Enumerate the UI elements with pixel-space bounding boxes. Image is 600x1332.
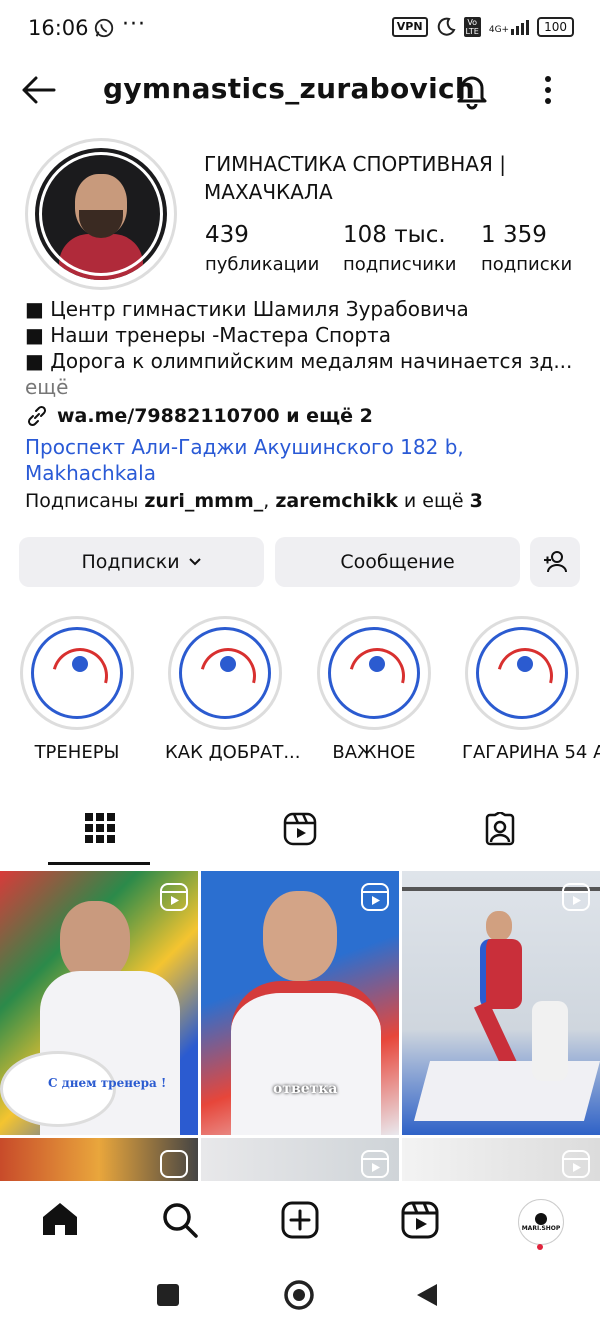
post-thumbnail[interactable]: ответка — [201, 871, 399, 1135]
signal-icon: 4G+ — [488, 19, 530, 35]
followed-user: zaremchikk — [275, 490, 398, 512]
tagged-icon[interactable] — [483, 812, 517, 846]
highlight-label: КАК ДОБРАТ... — [165, 742, 301, 763]
volte-top: Vo — [467, 18, 478, 27]
highlight-label: ВАЖНОЕ — [332, 742, 416, 763]
subscriptions-button-label: Подписки — [81, 551, 180, 573]
post-thumbnail[interactable] — [402, 871, 600, 1135]
volte-bottom: LTE — [465, 27, 479, 36]
battery-icon: 100 — [537, 17, 574, 37]
link-icon — [27, 405, 47, 427]
reels-icon[interactable] — [401, 1201, 439, 1239]
whatsapp-icon — [94, 18, 114, 38]
subscriptions-button[interactable]: Подписки — [19, 537, 264, 587]
post-thumbnail[interactable]: С днем тренера ! — [0, 871, 198, 1135]
reel-icon — [160, 1150, 188, 1178]
network-type: 4G+ — [488, 24, 510, 35]
bottom-navigation: MARI.SHOP — [0, 1181, 600, 1259]
following-count[interactable]: 1 359 — [481, 222, 547, 248]
status-more-icon: ··· — [122, 12, 146, 37]
search-icon[interactable] — [161, 1201, 199, 1239]
profile-username: gymnastics_zurabovich — [103, 72, 476, 105]
status-bar: 16:06 ··· VPN Vo LTE 4G+ 100 — [0, 0, 600, 60]
highlight-cover — [168, 616, 282, 730]
message-button-label: Сообщение — [340, 551, 455, 573]
highlight-directions[interactable]: КАК ДОБРАТ... — [165, 616, 301, 763]
followed-by[interactable]: Подписаны zuri_mmm_, zaremchikk и ещё 3 — [25, 490, 483, 512]
profile-nav-label: MARI.SHOP — [521, 1224, 561, 1232]
do-not-disturb-icon — [437, 17, 456, 36]
grid-icon[interactable] — [84, 812, 116, 844]
highlight-label: ТРЕНЕРЫ — [34, 742, 120, 763]
followed-count: 3 — [469, 490, 483, 512]
profile-tabs — [0, 802, 600, 866]
gymnastics-logo-icon — [31, 627, 123, 719]
notification-bell-icon[interactable] — [452, 70, 492, 110]
avatar-image — [35, 148, 167, 280]
back-triangle-icon[interactable] — [415, 1282, 439, 1308]
profile-display-name: ГИМНАСТИКА СПОРТИВНАЯ | МАХАЧКАЛА — [204, 152, 506, 204]
vpn-badge: VPN — [391, 17, 428, 37]
followed-prefix: Подписаны — [25, 490, 145, 512]
highlight-label: ГАГАРИНА 54 А — [462, 742, 600, 763]
post-thumbnail[interactable] — [0, 1138, 198, 1183]
highlight-trainers[interactable]: ТРЕНЕРЫ — [17, 616, 137, 763]
profile-bio: ■ Центр гимнастики Шамиля Зурабовича ■ Н… — [25, 296, 585, 400]
profile-address-link[interactable]: Проспект Али-Гаджи Акушинского 182 b, Ma… — [25, 434, 585, 486]
highlight-cover — [465, 616, 579, 730]
more-options-icon[interactable] — [530, 72, 566, 108]
back-arrow-icon[interactable] — [18, 70, 58, 110]
active-tab-indicator — [48, 862, 150, 865]
reel-icon — [361, 883, 389, 911]
volte-icon: Vo LTE — [463, 17, 481, 37]
posts-label: публикации — [205, 254, 320, 275]
highlight-cover — [317, 616, 431, 730]
post-thumbnail[interactable] — [201, 1138, 399, 1183]
bio-line: ■ Дорога к олимпийским медалям начинаетс… — [25, 349, 573, 373]
profile-link[interactable]: wa.me/79882110700 и ещё 2 — [25, 404, 373, 428]
reel-icon — [160, 883, 188, 911]
followers-label[interactable]: подписчики — [343, 254, 457, 275]
highlight-gagarina[interactable]: ГАГАРИНА 54 А — [462, 616, 600, 763]
system-navigation-bar — [0, 1262, 600, 1332]
followers-count[interactable]: 108 тыс. — [343, 222, 446, 248]
followed-sep: , — [263, 490, 276, 512]
gymnastics-logo-icon — [179, 627, 271, 719]
following-label[interactable]: подписки — [481, 254, 572, 275]
highlight-cover — [20, 616, 134, 730]
home-icon[interactable] — [41, 1201, 79, 1237]
add-person-icon — [544, 551, 567, 573]
bio-line: ■ Центр гимнастики Шамиля Зурабовича — [25, 297, 469, 321]
profile-avatar[interactable] — [25, 138, 177, 290]
post-thumbnail[interactable] — [402, 1138, 600, 1183]
followed-mid: и ещё — [397, 490, 470, 512]
home-circle-icon[interactable] — [283, 1279, 315, 1311]
post-caption: С днем тренера ! — [48, 1076, 167, 1090]
profile-nav-avatar[interactable]: MARI.SHOP — [518, 1199, 564, 1245]
reel-icon — [361, 1150, 389, 1178]
reels-tab-icon[interactable] — [283, 812, 317, 846]
bio-line: ■ Наши тренеры -Мастера Спорта — [25, 323, 391, 347]
status-time: 16:06 — [28, 16, 89, 40]
gymnastics-logo-icon — [328, 627, 420, 719]
recent-apps-icon[interactable] — [157, 1284, 179, 1306]
reel-icon — [562, 883, 590, 911]
posts-count: 439 — [205, 222, 249, 248]
bio-more-link[interactable]: ещё — [25, 374, 585, 400]
chevron-down-icon — [188, 558, 201, 566]
highlight-important[interactable]: ВАЖНОЕ — [314, 616, 434, 763]
post-caption: ответка — [273, 1081, 338, 1097]
notification-dot — [537, 1244, 543, 1250]
create-post-icon[interactable] — [281, 1201, 319, 1239]
followed-user: zuri_mmm_ — [144, 490, 264, 512]
add-person-button[interactable] — [530, 537, 580, 587]
message-button[interactable]: Сообщение — [275, 537, 520, 587]
gymnastics-logo-icon — [476, 627, 568, 719]
reel-icon — [562, 1150, 590, 1178]
mari-shop-logo — [535, 1212, 547, 1225]
status-right: VPN Vo LTE 4G+ 100 — [391, 17, 574, 37]
profile-link-text: wa.me/79882110700 и ещё 2 — [57, 405, 373, 427]
